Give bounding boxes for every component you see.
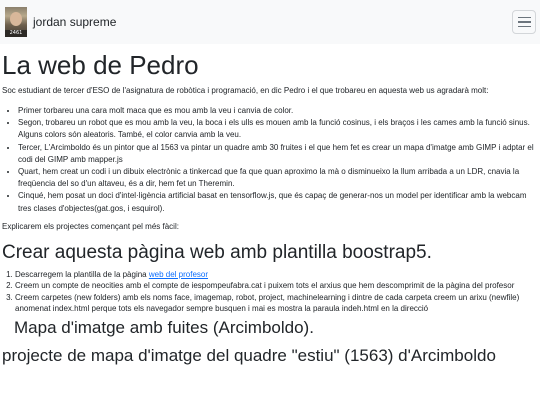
list-item: Cinqué, hem posat un doci d'intel·ligènc… (18, 190, 540, 214)
steps-list: Descarregem la plantilla de la pàgina we… (2, 269, 540, 315)
step-text: Descarregem la plantilla de la pàgina (15, 269, 149, 279)
navbar-brand[interactable]: 2461 jordan supreme (5, 7, 116, 37)
navbar: 2461 jordan supreme (0, 0, 540, 44)
profesor-web-link[interactable]: web del profesor (149, 270, 208, 279)
projects-list: Primer torbareu una cara molt maca que e… (2, 105, 540, 215)
brand-name: jordan supreme (33, 15, 117, 29)
navbar-toggler-button[interactable] (512, 10, 536, 34)
list-item: Tercer, L'Arcimboldo és un pintor que al… (18, 142, 540, 166)
section-heading-imagemap: Mapa d'imatge amb fuites (Arcimboldo). (14, 317, 314, 337)
list-item: Segon, trobareu un robot que es mou amb … (18, 117, 540, 141)
section-heading-bootstrap: Crear aquesta pàgina web amb plantilla b… (2, 241, 432, 263)
list-item: Primer torbareu una cara molt maca que e… (18, 105, 540, 117)
main-content: La web de Pedro Soc estudiant de tercer … (0, 49, 540, 367)
list-item: Descarregem la plantilla de la pàgina we… (15, 269, 540, 281)
avatar: 2461 (5, 7, 27, 37)
intro-text: Soc estudiant de tercer d'ESO de l'asign… (2, 86, 489, 95)
list-item: Creem carpetes (new folders) amb els nom… (15, 292, 540, 315)
list-item: Creem un compte de neocities amb el comp… (15, 280, 540, 292)
avatar-tag: 2461 (5, 30, 27, 37)
list-item: Quart, hem creat un codi i un dibuix ele… (18, 166, 540, 190)
outro-text: Explicarem els projectes començant pel m… (2, 221, 179, 231)
hamburger-icon (517, 16, 531, 19)
page-title: La web de Pedro (2, 50, 199, 80)
section-heading-imagemap-project: projecte de mapa d'imatge del quadre "es… (2, 345, 496, 365)
